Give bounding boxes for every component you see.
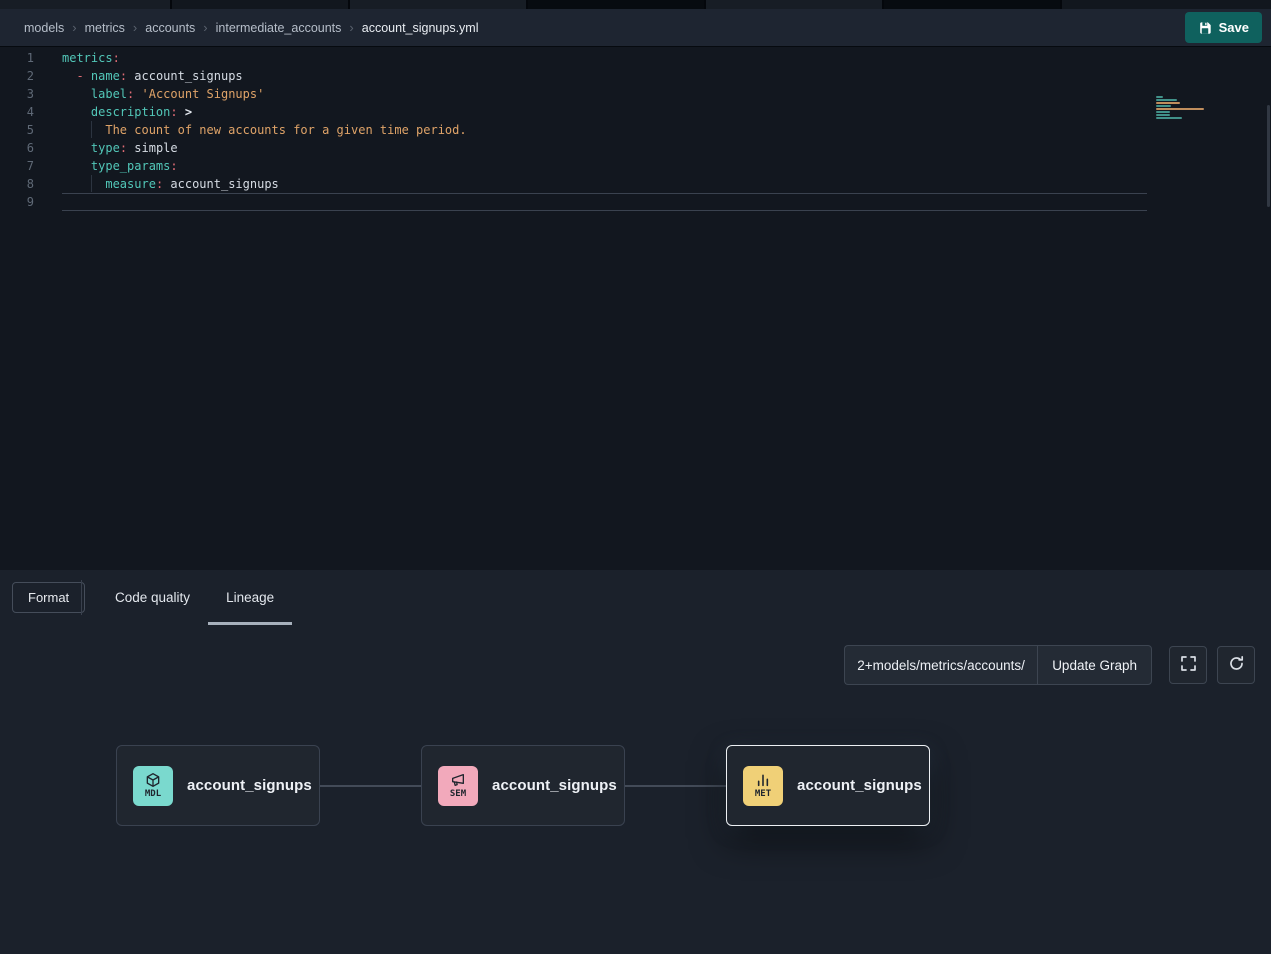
divider	[81, 580, 82, 615]
breadcrumb-chevron-icon: ›	[72, 20, 76, 35]
line-number: 6	[0, 139, 34, 157]
code-text: type_params:	[62, 157, 178, 175]
line-number: 3	[0, 85, 34, 103]
save-button[interactable]: Save	[1185, 12, 1262, 43]
lineage-selector-group: Update Graph	[844, 645, 1152, 685]
code-line[interactable]: 8 measure: account_signups	[0, 175, 1271, 193]
lineage-node-mdl[interactable]: MDL account_signups	[116, 745, 320, 826]
node-label: account_signups	[797, 777, 922, 794]
tab-lineage[interactable]: Lineage	[208, 570, 292, 625]
line-number: 2	[0, 67, 34, 85]
minimap-line	[1156, 96, 1163, 98]
fullscreen-icon	[1180, 655, 1197, 675]
panel-header: Format Code qualityLineage	[0, 570, 1271, 625]
code-line[interactable]: 4 description: >	[0, 103, 1271, 121]
breadcrumb-chevron-icon: ›	[203, 20, 207, 35]
code-line[interactable]: 2 - name: account_signups	[0, 67, 1271, 85]
code-lines: 1metrics:2 - name: account_signups3 labe…	[0, 49, 1271, 211]
code-text: type: simple	[62, 139, 178, 157]
top-tab[interactable]	[0, 0, 170, 9]
code-line[interactable]: 7 type_params:	[0, 157, 1271, 175]
code-line[interactable]: 6 type: simple	[0, 139, 1271, 157]
code-line[interactable]: 5 The count of new accounts for a given …	[0, 121, 1271, 139]
lineage-node-met[interactable]: MET account_signups	[726, 745, 930, 826]
breadcrumb-item[interactable]: accounts	[145, 21, 195, 35]
update-graph-button[interactable]: Update Graph	[1037, 645, 1152, 685]
code-text: The count of new accounts for a given ti…	[62, 121, 467, 139]
line-number: 1	[0, 49, 34, 67]
node-label: account_signups	[187, 777, 312, 794]
node-type-badge: MDL	[145, 789, 161, 799]
top-tab[interactable]	[706, 0, 882, 9]
top-tab[interactable]	[172, 0, 348, 9]
tab-code-quality[interactable]: Code quality	[97, 570, 208, 625]
code-text: measure: account_signups	[62, 175, 279, 193]
cube-icon: MDL	[133, 766, 173, 806]
code-line[interactable]: 9	[0, 193, 1271, 211]
code-text: metrics:	[62, 49, 120, 67]
lineage-selector-input[interactable]	[844, 645, 1037, 685]
refresh-icon	[1228, 655, 1245, 675]
fullscreen-button[interactable]	[1169, 646, 1207, 684]
breadcrumb-item[interactable]: intermediate_accounts	[216, 21, 342, 35]
code-text: - name: account_signups	[62, 67, 243, 85]
node-type-badge: SEM	[450, 789, 466, 799]
line-number: 9	[0, 193, 34, 211]
editor-tab-strip	[0, 0, 1271, 9]
app-window: models › metrics › accounts › intermediate_acc…	[0, 0, 1271, 954]
lineage-edge	[625, 785, 726, 787]
minimap[interactable]	[1156, 96, 1212, 119]
minimap-line	[1156, 117, 1182, 119]
lineage-canvas[interactable]: Update Graph MDLaccount_si	[0, 625, 1271, 954]
line-number: 5	[0, 121, 34, 139]
save-icon	[1198, 21, 1212, 35]
bottom-panel: Format Code qualityLineage Update Graph	[0, 570, 1271, 954]
minimap-line	[1156, 105, 1171, 107]
breadcrumb-chevron-icon: ›	[349, 20, 353, 35]
minimap-line	[1156, 111, 1170, 113]
minimap-line	[1156, 114, 1170, 116]
panel-tabs: Code qualityLineage	[97, 570, 292, 625]
lineage-node-sem[interactable]: SEM account_signups	[421, 745, 625, 826]
breadcrumb-item[interactable]: models	[24, 21, 64, 35]
format-button[interactable]: Format	[12, 582, 85, 613]
refresh-button[interactable]	[1217, 646, 1255, 684]
breadcrumb-item[interactable]: metrics	[85, 21, 125, 35]
top-tab[interactable]	[1062, 0, 1271, 9]
top-tab[interactable]	[884, 0, 1060, 9]
line-number: 7	[0, 157, 34, 175]
breadcrumb: models › metrics › accounts › intermediate_acc…	[24, 20, 479, 35]
breadcrumb-item[interactable]: account_signups.yml	[362, 21, 479, 35]
bar-chart-icon: MET	[743, 766, 783, 806]
code-text	[62, 193, 1147, 211]
top-tab[interactable]	[350, 0, 526, 9]
code-line[interactable]: 3 label: 'Account Signups'	[0, 85, 1271, 103]
minimap-line	[1156, 108, 1204, 110]
save-label: Save	[1219, 20, 1249, 35]
node-type-badge: MET	[755, 789, 771, 799]
code-text: label: 'Account Signups'	[62, 85, 264, 103]
code-line[interactable]: 1 metrics:	[0, 49, 1271, 67]
breadcrumb-chevron-icon: ›	[133, 20, 137, 35]
megaphone-icon: SEM	[438, 766, 478, 806]
top-tab[interactable]	[528, 0, 704, 9]
breadcrumb-bar: models › metrics › accounts › intermediate_acc…	[0, 9, 1271, 47]
code-text: description: >	[62, 103, 192, 121]
code-editor[interactable]: 1metrics:2 - name: account_signups3 labe…	[0, 47, 1271, 570]
editor-scrollbar[interactable]	[1267, 105, 1270, 207]
line-number: 4	[0, 103, 34, 121]
minimap-line	[1156, 99, 1177, 101]
line-number: 8	[0, 175, 34, 193]
node-label: account_signups	[492, 777, 617, 794]
minimap-line	[1156, 102, 1180, 104]
lineage-edge	[320, 785, 421, 787]
